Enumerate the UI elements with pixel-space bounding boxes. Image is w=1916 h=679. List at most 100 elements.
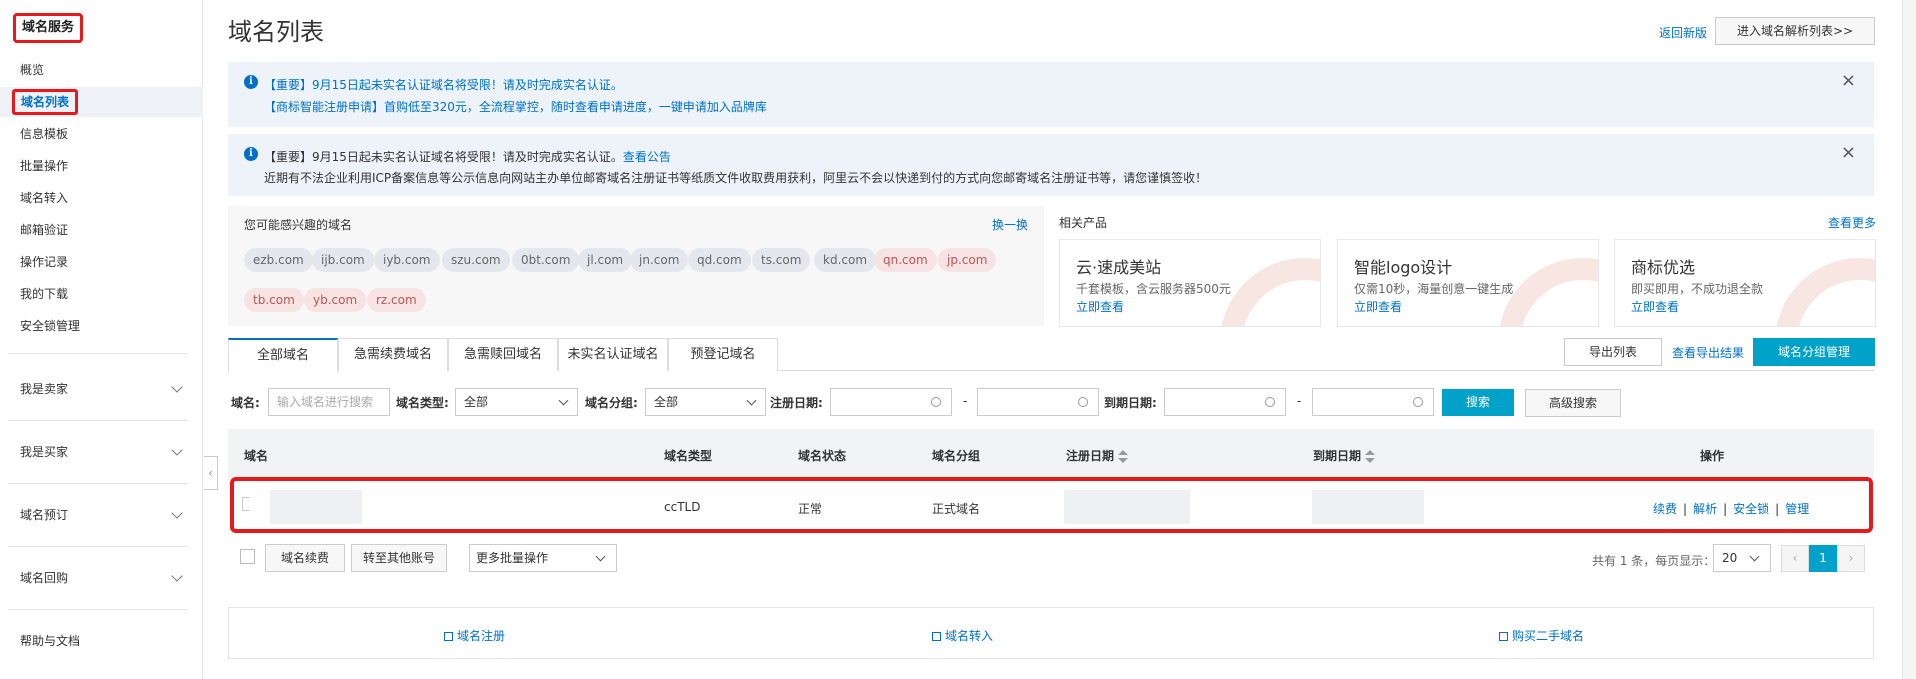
tab-redeem-urgent[interactable]: 急需赎回域名: [448, 338, 558, 371]
domain-search-input[interactable]: 输入域名进行搜索: [268, 388, 390, 416]
scrollbar[interactable]: [1902, 0, 1916, 679]
domain-chip[interactable]: tb.com: [244, 288, 304, 312]
divider: [8, 546, 188, 547]
sidebar-item-security-lock[interactable]: 安全锁管理: [0, 311, 203, 341]
domain-chip[interactable]: ezb.com: [244, 248, 313, 272]
highlight-box: [230, 477, 1873, 533]
batch-ops-select[interactable]: 更多批量操作: [469, 544, 617, 572]
sidebar-group-label: 我是买家: [20, 445, 69, 459]
back-to-new-version-link[interactable]: 返回新版: [1659, 24, 1707, 41]
view-now-link[interactable]: 立即查看: [1631, 298, 1679, 315]
domain-group-select[interactable]: 全部: [645, 388, 766, 416]
sidebar-item-info-template[interactable]: 信息模板: [0, 119, 203, 149]
sidebar-group-reserve[interactable]: 域名预订: [0, 500, 203, 530]
domain-chip[interactable]: jp.com: [938, 248, 997, 272]
transfer-account-button[interactable]: 转至其他账号: [351, 544, 447, 572]
domain-chip[interactable]: jl.com: [578, 248, 633, 272]
exp-date-start-input[interactable]: [1164, 388, 1286, 416]
product-desc: 千套模板，含云服务器500元: [1076, 282, 1231, 296]
page-title: 域名列表: [228, 18, 324, 46]
chevron-down-icon: [171, 507, 183, 519]
tab-renew-urgent[interactable]: 急需续费域名: [338, 338, 448, 371]
notice-line[interactable]: 【商标智能注册申请】首购低至320元，全流程掌控，随时查看申请进度，一键申请加入…: [264, 98, 767, 115]
product-card[interactable]: 云·速成美站 千套模板，含云服务器500元 立即查看: [1059, 239, 1321, 327]
sidebar-item-batch[interactable]: 批量操作: [0, 151, 203, 181]
close-icon[interactable]: ×: [1841, 142, 1856, 163]
domain-chip[interactable]: jn.com: [630, 248, 689, 272]
select-value: 全部: [464, 395, 489, 409]
batch-renew-button[interactable]: 域名续费: [265, 544, 345, 572]
domain-chip[interactable]: ijb.com: [312, 248, 374, 272]
col-status: 域名状态: [798, 449, 847, 463]
domain-chip[interactable]: yb.com: [304, 288, 367, 312]
sidebar-collapse-button[interactable]: ‹: [204, 456, 218, 490]
sidebar-item-overview[interactable]: 概览: [0, 55, 203, 85]
product-card[interactable]: 智能logo设计 仅需10秒，海量创意一键生成 立即查看: [1337, 239, 1599, 327]
select-value: 更多批量操作: [476, 551, 549, 565]
table-header: 域名 域名类型 域名状态 域名分组 注册日期 到期日期 操作: [228, 429, 1874, 479]
exp-date-label: 到期日期:: [1104, 396, 1157, 410]
link-label: 域名注册: [457, 629, 506, 643]
sidebar-item-op-log[interactable]: 操作记录: [0, 247, 203, 277]
page-size-select[interactable]: 20: [1713, 544, 1771, 572]
prev-page-button[interactable]: ‹: [1781, 545, 1809, 572]
view-now-link[interactable]: 立即查看: [1076, 298, 1124, 315]
domain-filter-label: 域名:: [231, 396, 260, 410]
view-more-link[interactable]: 查看更多: [1828, 214, 1876, 231]
col-reg-date[interactable]: 注册日期: [1066, 447, 1129, 464]
tab-unverified[interactable]: 未实名认证域名: [558, 338, 668, 371]
page-button[interactable]: 1: [1809, 545, 1837, 572]
clock-icon: [1078, 397, 1088, 407]
product-title: 智能logo设计: [1354, 258, 1453, 277]
product-card[interactable]: 商标优选 即买即用，不成功退全款 立即查看: [1614, 239, 1876, 327]
decorative-arc: [1775, 258, 1875, 326]
view-now-link[interactable]: 立即查看: [1354, 298, 1402, 315]
sidebar-group-seller[interactable]: 我是卖家: [0, 374, 203, 404]
search-button[interactable]: 搜索: [1442, 389, 1514, 416]
sidebar-group-buyback[interactable]: 域名回购: [0, 563, 203, 593]
buy-second-hand-link[interactable]: 购买二手域名: [1499, 627, 1584, 644]
reg-date-start-input[interactable]: [830, 388, 952, 416]
domain-chip[interactable]: szu.com: [442, 248, 510, 272]
domain-chip[interactable]: ts.com: [752, 248, 811, 272]
enter-dns-list-button[interactable]: 进入域名解析列表>>: [1715, 17, 1875, 45]
view-announcement-link[interactable]: 查看公告: [623, 150, 671, 164]
sidebar-item-downloads[interactable]: 我的下载: [0, 279, 203, 309]
tab-all-domains[interactable]: 全部域名: [228, 338, 338, 372]
date-range-dash: -: [1297, 394, 1302, 408]
reg-date-end-input[interactable]: [977, 388, 1099, 416]
col-domain: 域名: [244, 449, 269, 463]
domain-chip[interactable]: qn.com: [874, 248, 937, 272]
notice-line: 【重要】9月15日起未实名认证域名将受限！请及时完成实名认证。查看公告: [264, 148, 671, 165]
chevron-down-icon: [171, 381, 183, 393]
sidebar-group-buyer[interactable]: 我是买家: [0, 437, 203, 467]
next-page-button[interactable]: ›: [1837, 545, 1865, 572]
sidebar-item-help[interactable]: 帮助与文档: [0, 626, 203, 656]
col-exp-date[interactable]: 到期日期: [1313, 447, 1376, 464]
sidebar-item-domain-list[interactable]: 域名列表: [0, 87, 203, 117]
view-export-result-link[interactable]: 查看导出结果: [1672, 344, 1744, 361]
sort-icon[interactable]: [1118, 449, 1129, 464]
advanced-search-button[interactable]: 高级搜索: [1525, 389, 1621, 417]
domain-chip[interactable]: kd.com: [814, 248, 877, 272]
domain-chip[interactable]: qd.com: [688, 248, 751, 272]
domain-transfer-in-link[interactable]: 域名转入: [932, 627, 993, 644]
select-all-checkbox[interactable]: [240, 549, 255, 564]
sidebar-item-email-verify[interactable]: 邮箱验证: [0, 215, 203, 245]
product-title: 云·速成美站: [1076, 258, 1162, 277]
group-filter-label: 域名分组:: [585, 396, 638, 410]
domain-chip[interactable]: 0bt.com: [512, 248, 580, 272]
close-icon[interactable]: ×: [1841, 70, 1856, 91]
sidebar-item-transfer-in[interactable]: 域名转入: [0, 183, 203, 213]
export-list-button[interactable]: 导出列表: [1564, 338, 1662, 366]
domain-register-link[interactable]: 域名注册: [444, 627, 505, 644]
domain-chip[interactable]: rz.com: [367, 288, 426, 312]
exp-date-end-input[interactable]: [1312, 388, 1434, 416]
cart-icon: [1499, 632, 1508, 641]
domain-chip[interactable]: iyb.com: [374, 248, 440, 272]
sort-icon[interactable]: [1365, 449, 1376, 464]
group-manage-button[interactable]: 域名分组管理: [1753, 338, 1875, 366]
tab-pre-registered[interactable]: 预登记域名: [668, 338, 778, 371]
swap-link[interactable]: 换一换: [992, 216, 1028, 233]
domain-type-select[interactable]: 全部: [455, 388, 578, 416]
